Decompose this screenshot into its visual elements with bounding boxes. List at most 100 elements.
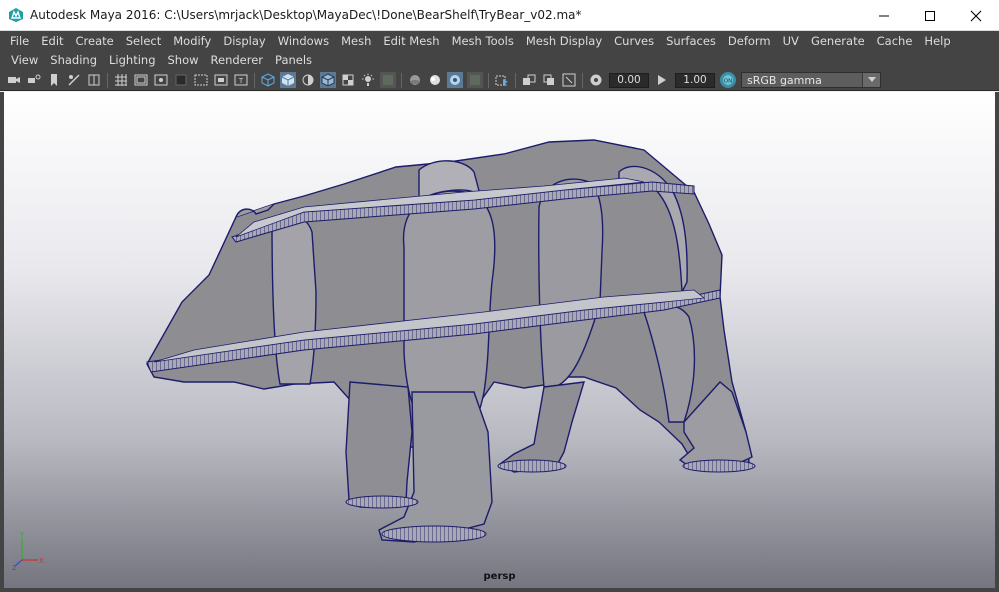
menu-surfaces[interactable]: Surfaces bbox=[660, 31, 722, 51]
field-chart-icon bbox=[194, 74, 208, 86]
svg-text:ON: ON bbox=[724, 79, 732, 85]
panel-menu-lighting[interactable]: Lighting bbox=[103, 51, 161, 70]
toolbar-separator bbox=[488, 72, 489, 88]
foot-plate bbox=[682, 459, 756, 473]
menu-mesh-tools[interactable]: Mesh Tools bbox=[446, 31, 520, 51]
menu-create[interactable]: Create bbox=[70, 31, 120, 51]
safe-action-button[interactable] bbox=[213, 72, 229, 88]
film-gate-button[interactable] bbox=[133, 72, 149, 88]
axis-label-z: Z bbox=[12, 564, 17, 570]
xray-button[interactable] bbox=[407, 72, 423, 88]
menu-uv[interactable]: UV bbox=[777, 31, 805, 51]
xray-sphere-icon bbox=[430, 75, 440, 85]
gamma-field[interactable] bbox=[675, 72, 715, 88]
xray-joints-icon bbox=[450, 75, 460, 85]
xray-joints-button[interactable] bbox=[447, 72, 463, 88]
title-bar: Autodesk Maya 2016: C:\Users\mrjack\Desk… bbox=[0, 0, 999, 31]
lighting-button[interactable] bbox=[300, 72, 316, 88]
panel-menu-show[interactable]: Show bbox=[162, 51, 205, 70]
toolbar-separator bbox=[107, 72, 108, 88]
panel-menu-shading[interactable]: Shading bbox=[44, 51, 103, 70]
field-chart-button[interactable] bbox=[193, 72, 209, 88]
panel-toolbar: T 0.00 1.00 ON sRGB gamma bbox=[0, 70, 999, 91]
half-circle-icon bbox=[302, 74, 314, 86]
camera-select-button[interactable] bbox=[6, 72, 22, 88]
close-icon bbox=[970, 10, 982, 21]
axis-gizmo: Y X Z bbox=[12, 531, 44, 570]
menu-display[interactable]: Display bbox=[217, 31, 271, 51]
smooth-shade-button[interactable] bbox=[280, 72, 296, 88]
menu-mesh-display[interactable]: Mesh Display bbox=[520, 31, 608, 51]
camera-icon bbox=[8, 77, 20, 83]
chevron-down-icon bbox=[867, 77, 876, 82]
xray-active-button[interactable] bbox=[427, 72, 443, 88]
close-button[interactable] bbox=[953, 0, 999, 31]
use-all-lights-button[interactable] bbox=[360, 72, 376, 88]
2d-pan-zoom-button[interactable] bbox=[86, 72, 102, 88]
maximize-button[interactable] bbox=[907, 0, 953, 31]
camera-attributes-button[interactable] bbox=[26, 72, 42, 88]
image-plane-button[interactable] bbox=[66, 72, 82, 88]
bookmark-icon bbox=[51, 74, 57, 86]
front-leg bbox=[345, 381, 413, 508]
foot-plate bbox=[381, 525, 487, 543]
safe-title-button[interactable]: T bbox=[233, 72, 249, 88]
bear-shelf-model bbox=[146, 139, 756, 543]
isolate-select-button[interactable] bbox=[494, 72, 510, 88]
exposure-field[interactable] bbox=[609, 72, 649, 88]
menu-cache[interactable]: Cache bbox=[871, 31, 919, 51]
color-management-icon: ON bbox=[723, 75, 733, 85]
panel-menu-view[interactable]: View bbox=[5, 51, 44, 70]
light-bulb-icon bbox=[362, 73, 374, 86]
wireframe-on-shaded-icon bbox=[321, 73, 335, 87]
menu-curves[interactable]: Curves bbox=[608, 31, 660, 51]
show-selected-button[interactable] bbox=[521, 72, 537, 88]
gamma-icon bbox=[658, 75, 666, 85]
bookmark-button[interactable] bbox=[46, 72, 62, 88]
menu-mesh[interactable]: Mesh bbox=[335, 31, 377, 51]
menu-edit-mesh[interactable]: Edit Mesh bbox=[377, 31, 445, 51]
minimize-icon bbox=[879, 15, 889, 16]
panel-menu-bar: View Shading Lighting Show Renderer Pane… bbox=[0, 51, 999, 70]
minimize-button[interactable] bbox=[861, 0, 907, 31]
shadows-button[interactable] bbox=[380, 72, 396, 88]
panel-menu-renderer[interactable]: Renderer bbox=[205, 51, 270, 70]
color-management-button[interactable]: ON bbox=[720, 72, 736, 88]
gamma-toggle-button[interactable] bbox=[654, 72, 670, 88]
frame-all-button[interactable] bbox=[541, 72, 557, 88]
foot-plate bbox=[345, 495, 419, 509]
wireframe-button[interactable] bbox=[260, 72, 276, 88]
exposure-toggle-button[interactable] bbox=[588, 72, 604, 88]
menu-windows[interactable]: Windows bbox=[272, 31, 335, 51]
pan-zoom-icon bbox=[88, 74, 100, 86]
menu-deform[interactable]: Deform bbox=[722, 31, 777, 51]
safe-action-icon bbox=[214, 74, 228, 86]
wireframe-cube-icon bbox=[261, 73, 275, 87]
color-space-dropdown[interactable]: sRGB gamma bbox=[741, 72, 881, 88]
viewport-frame-bottom bbox=[0, 588, 999, 592]
perspective-viewport[interactable]: Y X Z persp bbox=[4, 92, 995, 588]
resolution-gate-button[interactable] bbox=[153, 72, 169, 88]
frame-squares-icon bbox=[543, 74, 554, 85]
ambient-occlusion-button[interactable] bbox=[467, 72, 483, 88]
menu-help[interactable]: Help bbox=[918, 31, 956, 51]
dropdown-arrow bbox=[862, 73, 880, 87]
panel-menu-panels[interactable]: Panels bbox=[269, 51, 318, 70]
frame-selection-button[interactable] bbox=[561, 72, 577, 88]
menu-select[interactable]: Select bbox=[120, 31, 167, 51]
grid-toggle-button[interactable] bbox=[113, 72, 129, 88]
camera-name-label: persp bbox=[483, 571, 516, 582]
menu-generate[interactable]: Generate bbox=[805, 31, 871, 51]
sphere-icon bbox=[410, 75, 420, 85]
axis-label-y: Y bbox=[19, 531, 25, 539]
toolbar-separator bbox=[582, 72, 583, 88]
window-title: Autodesk Maya 2016: C:\Users\mrjack\Desk… bbox=[30, 8, 582, 22]
color-space-value: sRGB gamma bbox=[747, 73, 822, 87]
menu-edit[interactable]: Edit bbox=[35, 31, 69, 51]
menu-file[interactable]: File bbox=[4, 31, 35, 51]
gate-mask-button[interactable] bbox=[173, 72, 189, 88]
isolate-select-icon bbox=[495, 75, 508, 86]
wireframe-on-shaded-button[interactable] bbox=[320, 72, 336, 88]
menu-modify[interactable]: Modify bbox=[167, 31, 217, 51]
textured-button[interactable] bbox=[340, 72, 356, 88]
